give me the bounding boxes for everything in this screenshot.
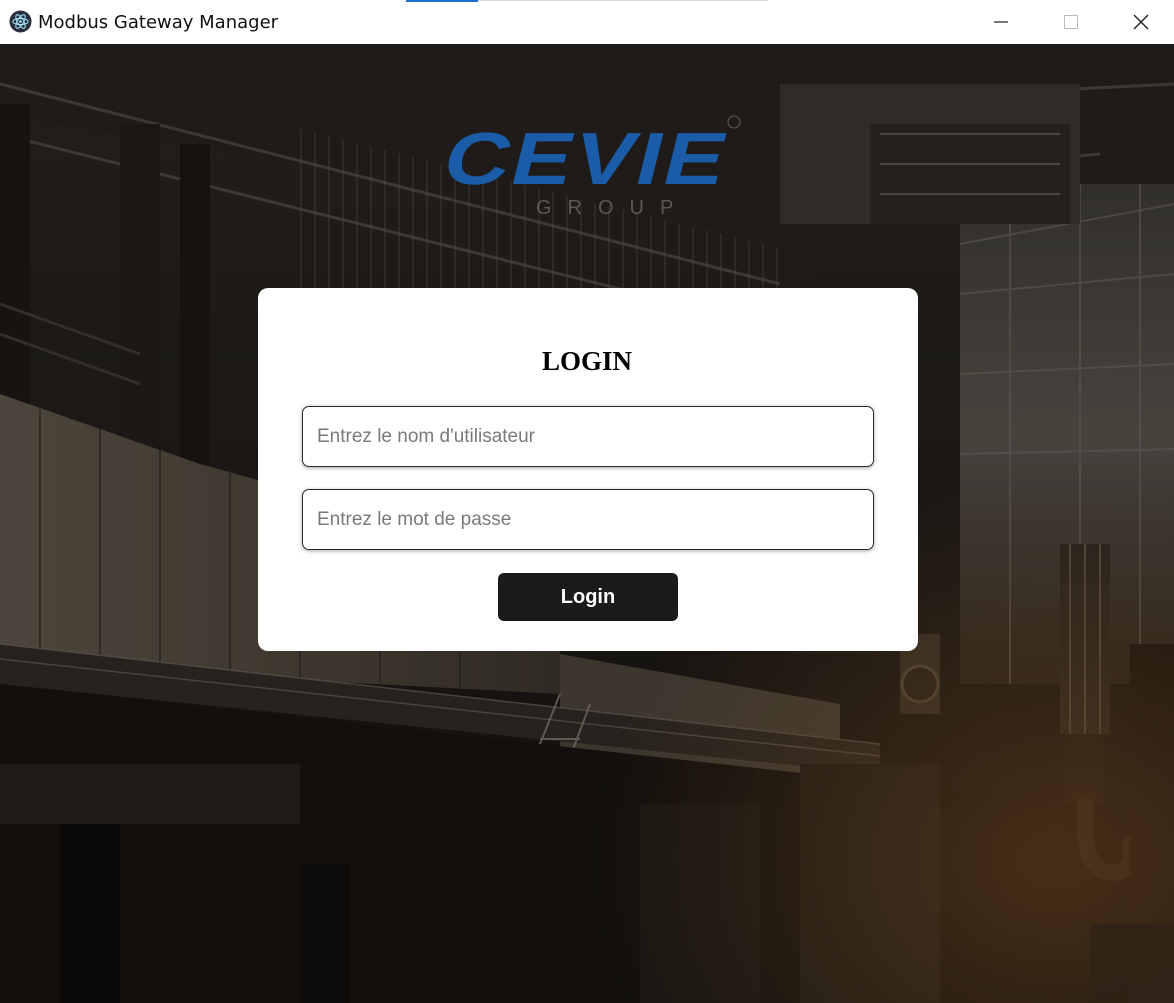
titlebar-accent: [406, 0, 478, 2]
close-icon: [1133, 14, 1149, 30]
titlebar-divider: [478, 0, 768, 1]
cevie-logo: CEVIE GROUP: [436, 115, 741, 219]
login-title: LOGIN: [541, 346, 633, 376]
username-input[interactable]: [302, 406, 874, 467]
svg-text:GROUP: GROUP: [536, 197, 689, 219]
login-button[interactable]: Login: [498, 573, 678, 621]
maximize-icon: [1064, 15, 1078, 29]
app-window: Modbus Gateway Manager CEVIE GROUP LOGIN…: [0, 0, 1174, 1003]
minimize-icon: [994, 21, 1008, 23]
minimize-button[interactable]: [966, 0, 1036, 44]
close-button[interactable]: [1106, 0, 1174, 44]
password-input[interactable]: [302, 489, 874, 550]
svg-text:CEVIE: CEVIE: [436, 117, 739, 200]
window-title: Modbus Gateway Manager: [38, 12, 279, 33]
electron-atom-icon: [9, 10, 32, 33]
title-bar[interactable]: Modbus Gateway Manager: [0, 0, 1174, 44]
maximize-button[interactable]: [1036, 0, 1106, 44]
